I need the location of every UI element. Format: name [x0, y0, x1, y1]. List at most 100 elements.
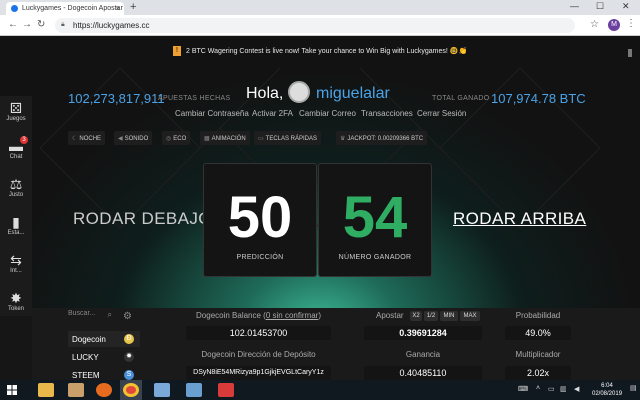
- sidebar-item-chat[interactable]: ▬ 3 Chat: [0, 134, 32, 172]
- announcement-bar: ! 2 BTC Wagering Contest is live now! Ta…: [0, 36, 640, 68]
- browser-menu-icon[interactable]: ⋮: [626, 18, 636, 29]
- search-icon: ⌕: [107, 310, 112, 319]
- roll-over-button[interactable]: RODAR ARRIBA: [453, 209, 586, 229]
- maximize-button[interactable]: ☐: [596, 1, 604, 12]
- volume-icon[interactable]: ◀: [574, 385, 579, 393]
- unconfirmed-link[interactable]: 0 sin confirmar: [266, 311, 318, 320]
- chevron-up-icon[interactable]: ˄: [536, 385, 540, 392]
- coin-item-dogecoin[interactable]: Dogecoin Ð: [68, 331, 140, 347]
- logout-link[interactable]: Cerrar Sesión: [417, 109, 466, 118]
- announcement-text[interactable]: 2 BTC Wagering Contest is live now! Take…: [186, 47, 467, 55]
- new-tab-button[interactable]: +: [130, 1, 136, 13]
- sidebar-item-label: Juegos: [6, 116, 26, 122]
- eco-icon: ◎: [166, 136, 172, 142]
- clock-time: 6:04: [601, 383, 613, 389]
- user-avatar[interactable]: [288, 81, 310, 103]
- sidebar-item-label: Esta...: [7, 230, 25, 236]
- favicon-icon: [11, 5, 18, 12]
- gear-icon[interactable]: ⚙: [123, 311, 132, 322]
- probability-label: Probabilidad: [515, 311, 561, 320]
- forward-button[interactable]: →: [22, 19, 32, 30]
- max-bet-button[interactable]: MAX: [460, 311, 480, 321]
- sidebar-item-fair[interactable]: ⚖ Justo: [0, 172, 32, 210]
- acrobat-icon[interactable]: [218, 383, 234, 397]
- option-night[interactable]: ☾ NOCHE: [68, 131, 106, 145]
- change-email-link[interactable]: Cambiar Correo: [299, 109, 356, 118]
- steem-icon: S: [124, 370, 134, 380]
- profile-avatar[interactable]: M: [608, 19, 620, 31]
- winning-number-box: 54 NÚMERO GANADOR: [318, 163, 432, 277]
- folder-icon[interactable]: [68, 383, 84, 397]
- double-bet-button[interactable]: X2: [410, 311, 422, 321]
- minimize-button[interactable]: —: [570, 1, 579, 11]
- profit-value[interactable]: 0.40485110: [364, 366, 482, 380]
- option-label: ECO: [173, 136, 187, 142]
- coin-item-steem[interactable]: STEEM S: [68, 367, 140, 380]
- sidebar-item-games[interactable]: ⚄ Juegos: [0, 96, 32, 134]
- chat-unread-badge: 3: [20, 136, 28, 144]
- multiplier-input[interactable]: 2.02x: [505, 366, 571, 380]
- window-close-button[interactable]: ✕: [622, 1, 630, 12]
- scale-icon: ⚖: [9, 176, 23, 192]
- system-clock[interactable]: 6:04 02/08/2019: [592, 382, 622, 398]
- sidebar-item-exchange[interactable]: ⇆ Int...: [0, 248, 32, 286]
- file-explorer-icon[interactable]: [38, 383, 54, 397]
- option-label: TECLAS RÁPIDAS: [265, 136, 318, 142]
- transactions-link[interactable]: Transacciones: [361, 109, 413, 118]
- change-password-link[interactable]: Cambiar Contraseña: [175, 109, 249, 118]
- option-label: SONIDO: [124, 136, 149, 142]
- roll-under-button[interactable]: RODAR DEBAJO: [73, 209, 212, 229]
- option-animation[interactable]: ▦ ANIMACIÓN: [200, 131, 250, 145]
- option-sound[interactable]: ◀ SONIDO: [114, 131, 153, 145]
- sidebar-item-label: Token: [7, 306, 24, 312]
- jackpot-display: ♛ JACKPOT: 0.00209366 BTC: [336, 131, 428, 145]
- url-input[interactable]: 🔒︎ https://luckygames.cc: [55, 18, 575, 33]
- coin-item-lucky[interactable]: LUCKY ✸: [68, 349, 140, 365]
- prediction-value: 50: [227, 185, 293, 250]
- keyboard-icon: ▭: [258, 136, 264, 142]
- chrome-icon[interactable]: [123, 383, 139, 397]
- battery-icon[interactable]: ▭: [548, 385, 555, 393]
- min-bet-button[interactable]: MIN: [440, 311, 458, 321]
- balance-label: Dogecoin Balance (0 sin confirmar): [186, 311, 331, 320]
- animation-icon: ▦: [204, 136, 210, 142]
- dice-icon: ⚄: [9, 100, 23, 116]
- tab-title: Luckygames - Dogecoin Apostar: [22, 5, 123, 12]
- deposit-address-field[interactable]: DSyN8iE54MRizya9p1GjkjEVGLtCaryY1z: [186, 366, 331, 380]
- username[interactable]: miguelalar: [316, 85, 390, 103]
- winning-number-value: 54: [342, 185, 408, 250]
- window-icon[interactable]: [186, 383, 202, 397]
- computer-icon[interactable]: [154, 383, 170, 397]
- tab-close-button[interactable]: ×: [115, 4, 120, 13]
- bar-chart-icon: ▮: [12, 214, 20, 230]
- announcement-toggle[interactable]: [628, 49, 632, 57]
- jackpot-icon: ♛: [340, 136, 346, 142]
- half-bet-button[interactable]: 1/2: [424, 311, 438, 321]
- back-button[interactable]: ←: [8, 19, 18, 30]
- option-label: NOCHE: [79, 136, 102, 142]
- enable-2fa-link[interactable]: Activar 2FA: [252, 109, 293, 118]
- prediction-box[interactable]: 50 PREDICCIÓN: [203, 163, 317, 277]
- bet-amount-input[interactable]: 0.39691284: [364, 326, 482, 340]
- moon-icon: ☾: [72, 136, 78, 142]
- coin-search-input[interactable]: Buscar... ⌕: [68, 310, 114, 324]
- browser-tab[interactable]: Luckygames - Dogecoin Apostar ×: [6, 2, 124, 15]
- keyboard-tray-icon[interactable]: ⌨: [518, 385, 528, 393]
- coin-name: STEEM: [72, 371, 100, 380]
- sidebar-item-token[interactable]: ✸ Token: [0, 286, 32, 324]
- network-icon[interactable]: ▥: [560, 385, 567, 393]
- sidebar-item-stats[interactable]: ▮ Esta...: [0, 210, 32, 248]
- tab-bar: Luckygames - Dogecoin Apostar × + — ☐ ✕: [0, 0, 640, 15]
- probability-input[interactable]: 49.0%: [505, 326, 571, 340]
- option-hotkeys[interactable]: ▭ TECLAS RÁPIDAS: [254, 131, 322, 145]
- notification-icon[interactable]: ▤: [630, 384, 637, 392]
- firefox-icon[interactable]: [96, 383, 112, 397]
- bookmark-star-icon[interactable]: ☆: [590, 19, 599, 30]
- reload-button[interactable]: ↻: [37, 19, 45, 30]
- coin-name: Dogecoin: [72, 335, 106, 344]
- balance-value: 102.01453700: [186, 326, 331, 340]
- option-eco[interactable]: ◎ ECO: [162, 131, 191, 145]
- windows-start-icon[interactable]: [7, 385, 17, 395]
- announcement-badge: !: [173, 46, 181, 56]
- browser-chrome: Luckygames - Dogecoin Apostar × + — ☐ ✕ …: [0, 0, 640, 36]
